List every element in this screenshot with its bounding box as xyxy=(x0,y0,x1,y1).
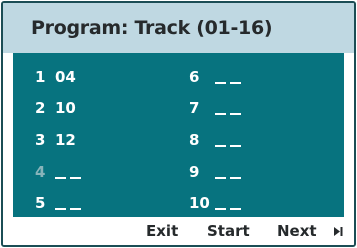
slot-track-value: 10 xyxy=(55,99,76,117)
program-list-panel: 1 04 2 10 3 12 4 5 6 7 8 9 10 xyxy=(13,53,344,217)
program-slot-6[interactable]: 6 xyxy=(189,68,309,88)
dialog-title: Program: Track (01-16) xyxy=(31,17,273,39)
skip-next-icon[interactable] xyxy=(334,227,343,236)
slot-number: 10 xyxy=(189,194,210,212)
empty-slot-placeholder xyxy=(215,99,241,115)
empty-slot-placeholder xyxy=(55,194,81,210)
slot-number: 3 xyxy=(35,131,46,149)
next-button[interactable]: Next xyxy=(277,222,317,240)
slot-number: 2 xyxy=(35,99,46,117)
program-slot-1[interactable]: 1 04 xyxy=(35,68,155,88)
slot-track-value: 12 xyxy=(55,131,76,149)
program-slot-2[interactable]: 2 10 xyxy=(35,99,155,119)
empty-slot-placeholder xyxy=(215,68,241,84)
program-slot-10[interactable]: 10 xyxy=(189,194,309,214)
empty-slot-placeholder xyxy=(215,131,241,147)
slot-number: 9 xyxy=(189,163,200,181)
program-dialog: Program: Track (01-16) 1 04 2 10 3 12 4 … xyxy=(1,1,356,247)
empty-slot-placeholder xyxy=(215,163,241,179)
empty-slot-placeholder xyxy=(55,163,81,179)
program-slot-9[interactable]: 9 xyxy=(189,163,309,183)
program-slot-7[interactable]: 7 xyxy=(189,99,309,119)
exit-button[interactable]: Exit xyxy=(146,222,178,240)
slot-number: 7 xyxy=(189,99,200,117)
slot-number: 8 xyxy=(189,131,200,149)
dialog-header: Program: Track (01-16) xyxy=(3,3,354,53)
slot-track-value: 04 xyxy=(55,68,76,86)
dialog-footer: Exit Start Next xyxy=(3,217,354,245)
program-slot-4[interactable]: 4 xyxy=(35,163,155,183)
program-slot-5[interactable]: 5 xyxy=(35,194,155,214)
slot-number: 6 xyxy=(189,68,200,86)
empty-slot-placeholder xyxy=(215,194,241,210)
slot-number: 4 xyxy=(35,163,46,181)
program-slot-8[interactable]: 8 xyxy=(189,131,309,151)
slot-number: 5 xyxy=(35,194,46,212)
slot-number: 1 xyxy=(35,68,46,86)
start-button[interactable]: Start xyxy=(207,222,250,240)
program-slot-3[interactable]: 3 12 xyxy=(35,131,155,151)
